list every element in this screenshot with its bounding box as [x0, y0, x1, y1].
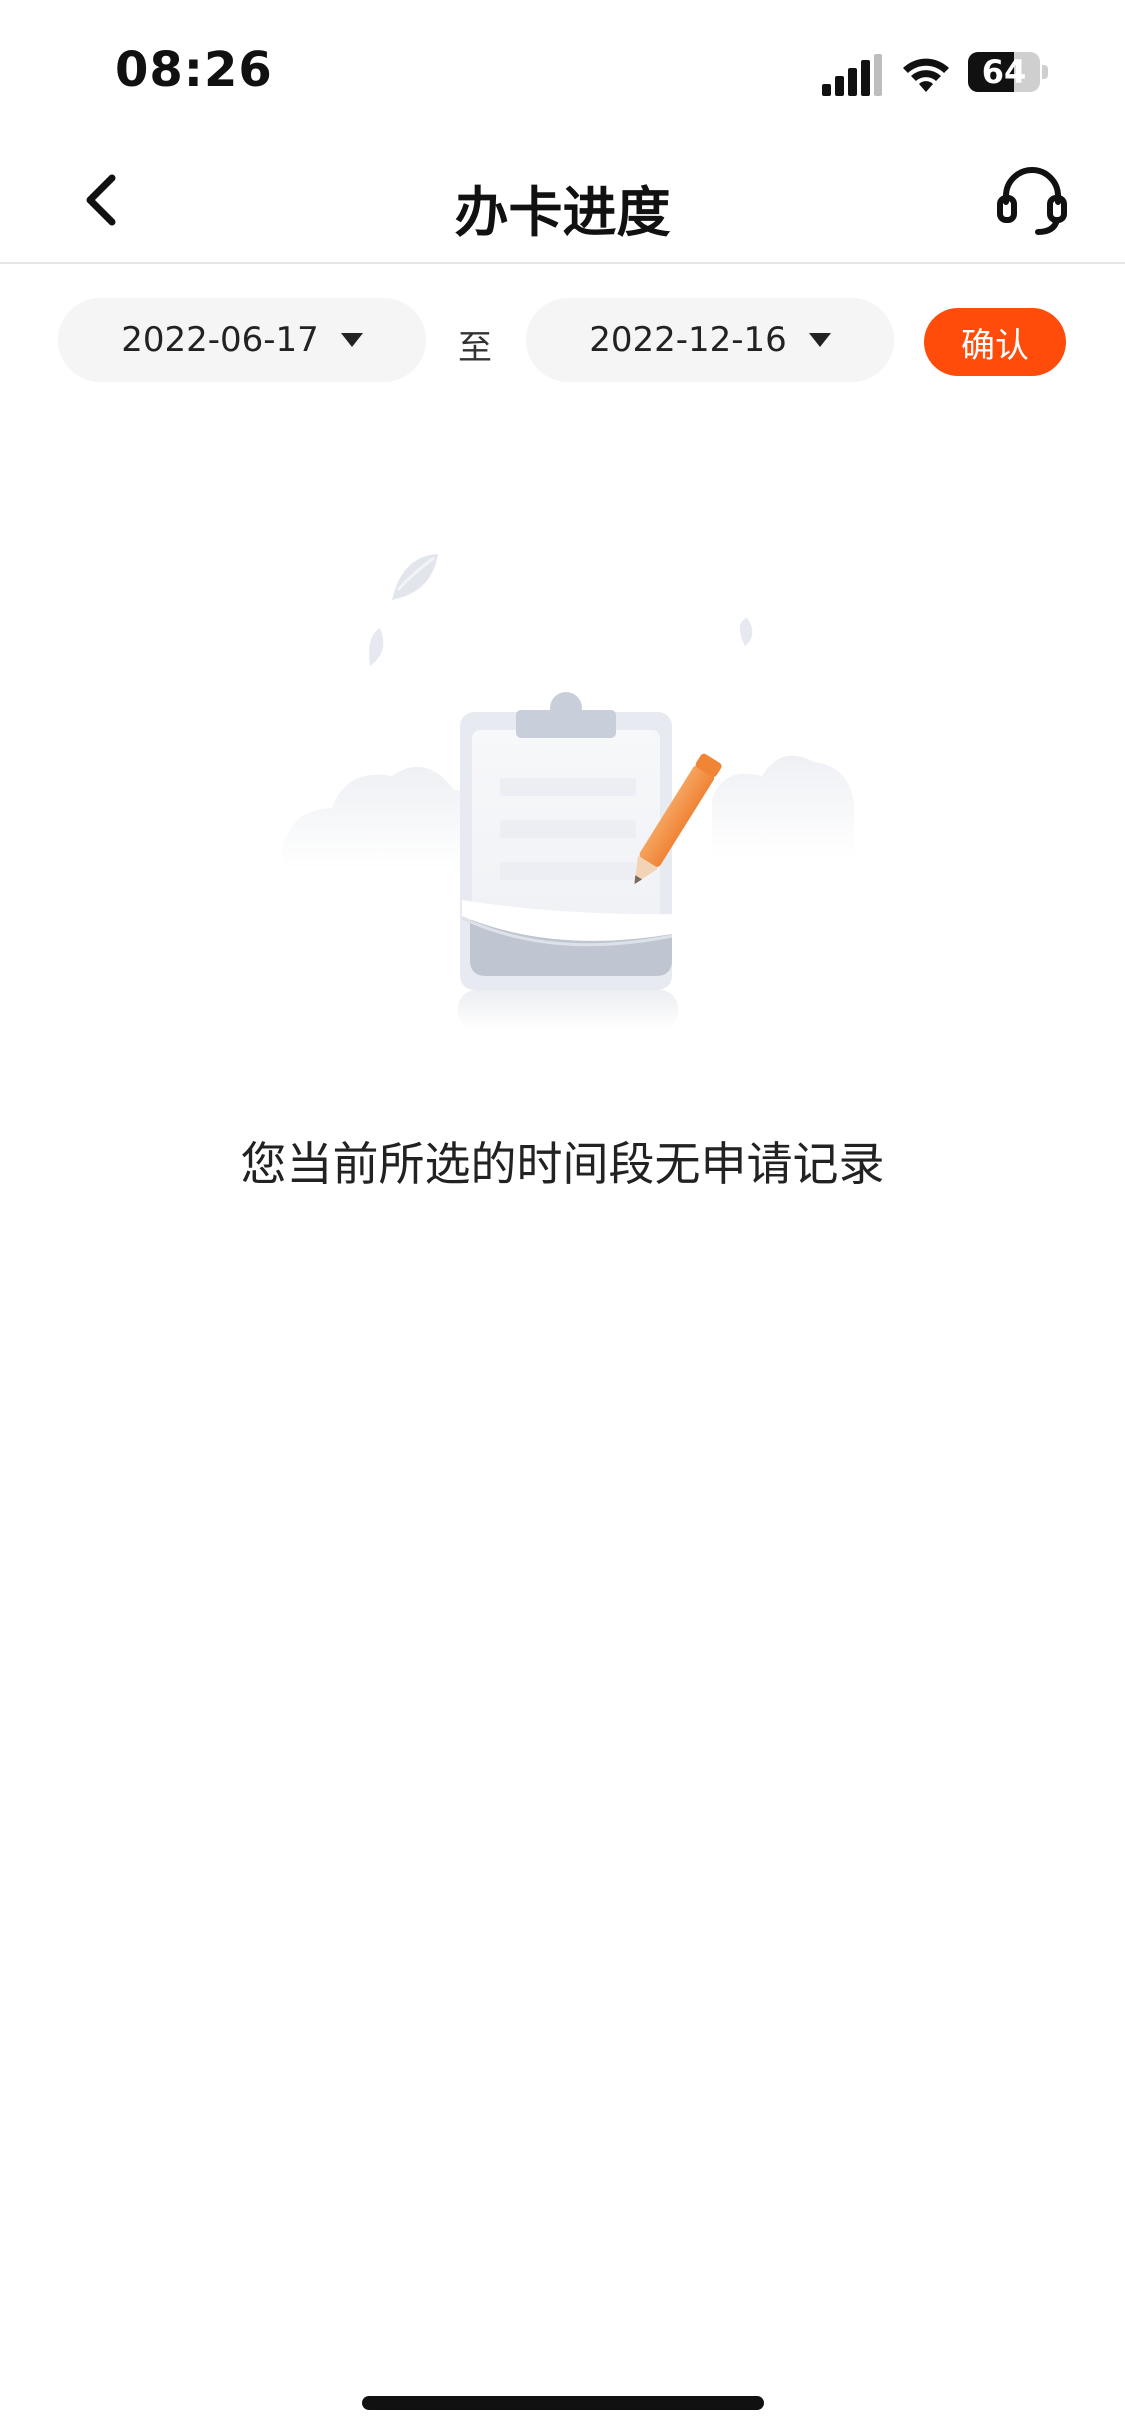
status-time: 08:26	[115, 42, 273, 98]
caret-down-icon	[340, 333, 363, 347]
battery-level: 64	[981, 53, 1027, 91]
start-date-value: 2022-06-17	[121, 320, 319, 360]
end-date-picker[interactable]: 2022-12-16	[526, 298, 894, 382]
end-date-value: 2022-12-16	[589, 320, 787, 360]
clipboard-pencil-illustration	[282, 554, 854, 1030]
empty-state-message: 您当前所选的时间段无申请记录	[240, 1137, 885, 1191]
date-filter: 2022-06-17 至 2022-12-16 确认	[0, 298, 1125, 386]
signal-icon	[822, 54, 882, 96]
nav-bar: 办卡进度	[0, 140, 1125, 264]
customer-service-button[interactable]	[994, 162, 1070, 238]
home-indicator[interactable]	[362, 2396, 764, 2410]
status-bar: 08:26 64	[0, 0, 1125, 140]
battery-icon: 64	[968, 50, 1048, 94]
page-title: 办卡进度	[454, 181, 671, 244]
confirm-button[interactable]: 确认	[924, 308, 1066, 376]
headset-icon	[997, 167, 1067, 235]
caret-down-icon	[808, 333, 831, 347]
date-separator: 至	[458, 328, 492, 368]
start-date-picker[interactable]: 2022-06-17	[58, 298, 426, 382]
wifi-icon	[903, 58, 949, 92]
